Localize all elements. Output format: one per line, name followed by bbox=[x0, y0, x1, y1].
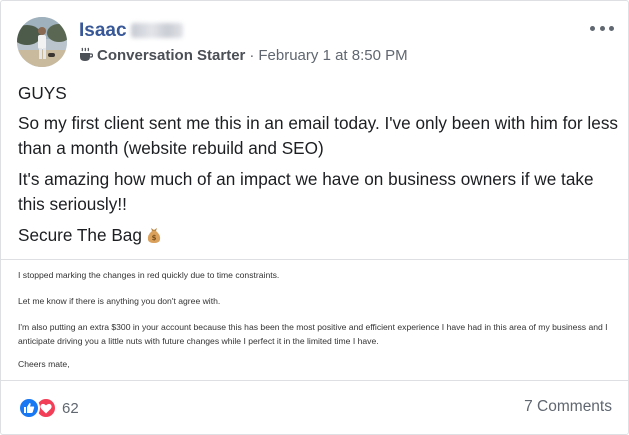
email-line: Let me know if there is anything you don… bbox=[18, 296, 221, 306]
reactions-summary[interactable]: 62 bbox=[18, 397, 79, 419]
post-meta: Conversation Starter · February 1 at 8:50 … bbox=[79, 47, 408, 66]
post-body: GUYS So my first client sent me this in … bbox=[18, 81, 618, 257]
money-bag-icon: $ bbox=[146, 226, 162, 251]
like-icon bbox=[18, 397, 40, 419]
svg-text:$: $ bbox=[151, 234, 156, 242]
email-text: I stopped marking the changes in red qui… bbox=[18, 268, 624, 380]
badge-label: Conversation Starter bbox=[97, 47, 246, 64]
coffee-cup-icon bbox=[79, 47, 94, 66]
post-paragraph: It's amazing how much of an impact we ha… bbox=[18, 169, 594, 214]
reaction-count: 62 bbox=[62, 399, 79, 417]
post-footer: 62 7 Comments bbox=[1, 383, 628, 433]
email-line: I'm also putting an extra $300 in your a… bbox=[18, 322, 608, 346]
post-header: Isaac Conversation Starter · February 1 at… bbox=[14, 17, 618, 69]
author-name[interactable]: Isaac bbox=[79, 20, 127, 42]
post-card: Isaac Conversation Starter · February 1 at… bbox=[0, 0, 629, 435]
blurred-last-name bbox=[131, 23, 183, 38]
post-paragraph: GUYS bbox=[18, 83, 67, 103]
email-screenshot-attachment[interactable]: I stopped marking the changes in red qui… bbox=[1, 259, 628, 381]
more-dot bbox=[590, 25, 595, 31]
more-dot bbox=[609, 25, 614, 31]
post-timestamp[interactable]: February 1 at 8:50 PM bbox=[258, 47, 407, 64]
post-paragraph-last: Secure The Bag $ bbox=[18, 223, 618, 251]
email-line: I stopped marking the changes in red qui… bbox=[18, 270, 280, 280]
email-line: Cheers mate, bbox=[18, 359, 70, 369]
meta-separator: · bbox=[249, 47, 255, 64]
post-paragraph: So my first client sent me this in an em… bbox=[18, 113, 619, 158]
post-paragraph-text: Secure The Bag bbox=[18, 225, 142, 245]
more-dot bbox=[599, 25, 605, 31]
comments-link[interactable]: 7 Comments bbox=[524, 398, 612, 416]
avatar[interactable] bbox=[17, 17, 67, 67]
more-options-button[interactable] bbox=[590, 21, 614, 35]
